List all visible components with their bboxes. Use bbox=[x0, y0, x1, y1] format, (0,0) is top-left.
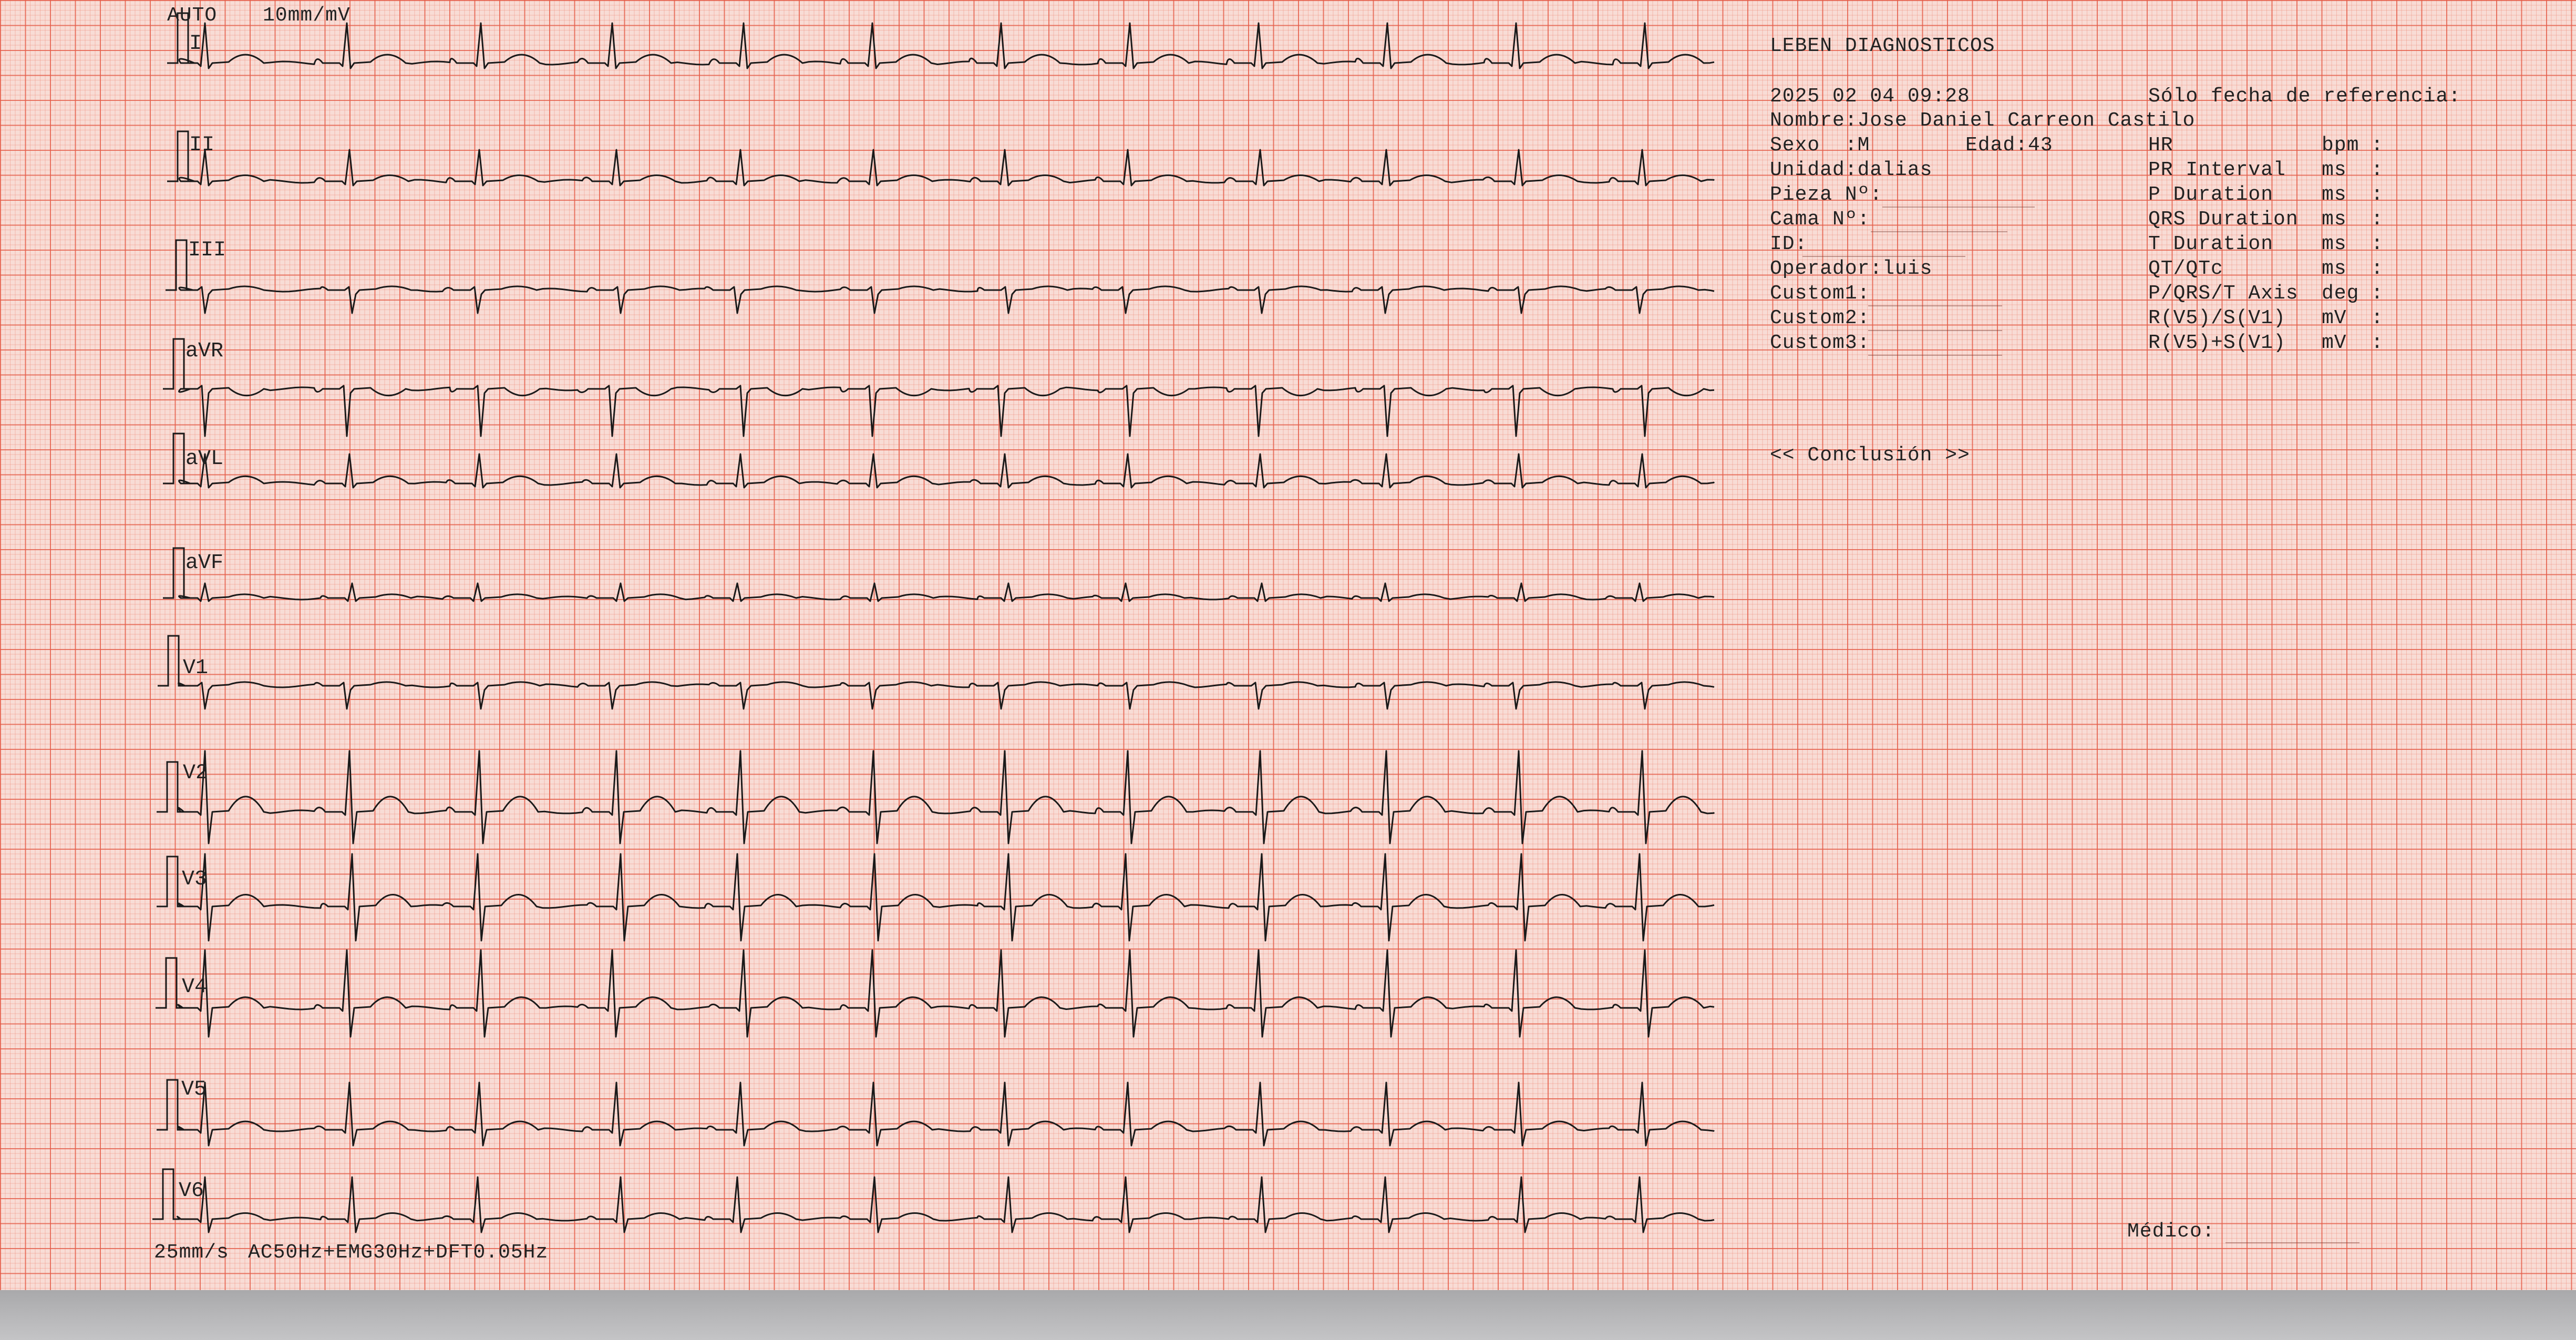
lead-label-v5: V5 bbox=[181, 1078, 207, 1101]
patient-age: Edad:43 bbox=[1965, 134, 2053, 157]
measure-unit: mV bbox=[2322, 307, 2347, 329]
calibration-pulse-v4 bbox=[156, 957, 183, 1009]
measure-unit: bpm bbox=[2322, 134, 2359, 157]
measure-unit: ms bbox=[2322, 233, 2347, 255]
operator: Operador:luis bbox=[1770, 257, 1933, 280]
calibration-pulse-v2 bbox=[157, 761, 184, 813]
measure-unit: deg bbox=[2322, 282, 2359, 305]
lead-label-avl: aVL bbox=[186, 447, 224, 471]
patient-sex: Sexo :M bbox=[1770, 134, 1870, 157]
measure-sep: : bbox=[2371, 332, 2384, 354]
custom1: Custom1: bbox=[1770, 282, 1870, 305]
measure-sep: : bbox=[2371, 307, 2384, 329]
filter-label: AC50Hz+EMG30Hz+DFT0.05Hz bbox=[248, 1241, 549, 1264]
measure-sep: : bbox=[2371, 233, 2384, 255]
measure-name: T Duration bbox=[2148, 233, 2274, 255]
reference-note: Sólo fecha de referencia: bbox=[2148, 85, 2461, 108]
calibration-pulse-v3 bbox=[157, 855, 184, 908]
calibration-pulse-v6 bbox=[152, 1168, 180, 1220]
measure-sep: : bbox=[2371, 134, 2384, 157]
measure-name: QT/QTc bbox=[2148, 257, 2223, 280]
measure-unit: ms bbox=[2322, 183, 2347, 206]
doctor-label: Médico: bbox=[2127, 1220, 2215, 1243]
measure-unit: ms bbox=[2322, 257, 2347, 280]
custom3: Custom3: bbox=[1770, 332, 1870, 354]
bed-fill-line bbox=[1871, 231, 2007, 232]
ecg-paper: AUTO 10mm/mV I II III aVR aVL aVF V1 V2 … bbox=[0, 0, 2576, 1290]
ecg-trace-i bbox=[178, 22, 1715, 69]
measure-sep: : bbox=[2371, 183, 2384, 206]
patient-bed: Cama Nº: bbox=[1770, 208, 1870, 231]
calibration-pulse-v5 bbox=[157, 1079, 184, 1131]
calibration-pulse-v1 bbox=[158, 635, 185, 687]
id-fill-line bbox=[1802, 256, 1965, 257]
ecg-trace-avf bbox=[178, 582, 1715, 602]
clinic-name: LEBEN DIAGNOSTICOS bbox=[1770, 35, 1995, 57]
ecg-trace-avr bbox=[178, 385, 1715, 437]
lead-label-v3: V3 bbox=[182, 868, 208, 891]
lead-label-avr: aVR bbox=[186, 339, 224, 363]
ecg-trace-ii bbox=[178, 149, 1715, 187]
measure-sep: : bbox=[2371, 208, 2384, 231]
ecg-trace-avl bbox=[178, 453, 1715, 489]
patient-name: Nombre:Jose Daniel Carreon Castilo bbox=[1770, 109, 2196, 132]
lead-label-v4: V4 bbox=[182, 975, 208, 999]
measure-name: PR Interval bbox=[2148, 159, 2286, 181]
lead-label-avf: aVF bbox=[186, 551, 224, 575]
patient-id: ID: bbox=[1770, 233, 1808, 255]
speed-label: 25mm/s bbox=[154, 1241, 229, 1264]
measure-sep: : bbox=[2371, 159, 2384, 181]
conclusion-heading: << Conclusión >> bbox=[1770, 444, 1970, 467]
lead-label-v2: V2 bbox=[183, 761, 209, 785]
ecg-trace-v6 bbox=[177, 1176, 1715, 1233]
exam-datetime: 2025 02 04 09:28 bbox=[1770, 85, 1970, 108]
lead-label-v1: V1 bbox=[183, 656, 209, 680]
lead-label-v6: V6 bbox=[179, 1179, 204, 1203]
ecg-trace-v5 bbox=[177, 1081, 1715, 1147]
measure-unit: ms bbox=[2322, 159, 2347, 181]
doctor-signature-line bbox=[2225, 1242, 2359, 1243]
patient-unit: Unidad:dalias bbox=[1770, 159, 1933, 181]
custom2-fill-line bbox=[1868, 330, 2002, 331]
gain-label: 10mm/mV bbox=[263, 4, 351, 27]
measure-sep: : bbox=[2371, 257, 2384, 280]
custom1-fill-line bbox=[1868, 305, 2002, 306]
lead-label-iii: III bbox=[188, 239, 226, 262]
measure-name: QRS Duration bbox=[2148, 208, 2299, 231]
custom3-fill-line bbox=[1868, 355, 2002, 356]
measure-sep: : bbox=[2371, 282, 2384, 305]
ecg-trace-v4 bbox=[177, 949, 1715, 1038]
ecg-trace-v3 bbox=[177, 853, 1715, 942]
ecg-trace-v1 bbox=[178, 681, 1715, 710]
measure-name: R(V5)+S(V1) bbox=[2148, 332, 2286, 354]
measure-unit: mV bbox=[2322, 332, 2347, 354]
measure-unit: ms bbox=[2322, 208, 2347, 231]
measure-name: P/QRS/T Axis bbox=[2148, 282, 2299, 305]
lead-label-ii: II bbox=[189, 133, 215, 157]
mode-label: AUTO bbox=[167, 4, 218, 27]
ecg-trace-iii bbox=[178, 285, 1715, 314]
patient-room: Pieza Nº: bbox=[1770, 183, 1883, 206]
room-fill-line bbox=[1882, 207, 2035, 208]
measure-name: P Duration bbox=[2148, 183, 2274, 206]
custom2: Custom2: bbox=[1770, 307, 1870, 329]
scanner-tray bbox=[0, 1290, 2576, 1340]
measure-name: R(V5)/S(V1) bbox=[2148, 307, 2286, 329]
measure-name: HR bbox=[2148, 134, 2173, 157]
lead-label-i: I bbox=[189, 32, 202, 56]
ecg-trace-v2 bbox=[177, 750, 1715, 844]
